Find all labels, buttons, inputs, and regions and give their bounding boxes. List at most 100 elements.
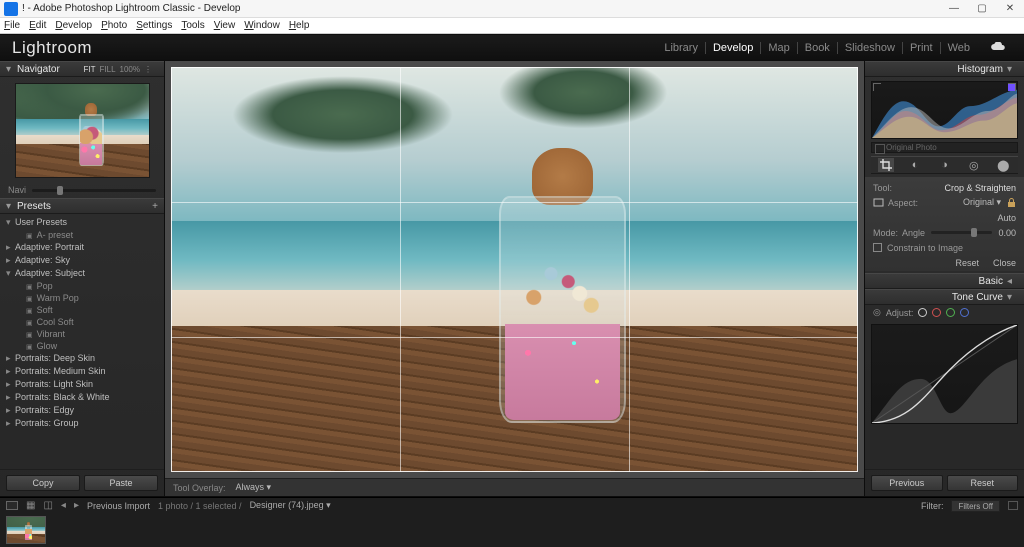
presets-header[interactable]: ▾ Presets + xyxy=(0,198,164,214)
preset-item[interactable]: ▣Glow xyxy=(0,340,164,352)
crop-close-button[interactable]: Close xyxy=(993,258,1016,268)
basic-header[interactable]: Basic ◂ xyxy=(865,273,1024,289)
module-map[interactable]: Map xyxy=(762,42,795,54)
redeye-tool-icon[interactable]: ◎ xyxy=(966,158,982,172)
module-book[interactable]: Book xyxy=(799,42,836,54)
preset-group[interactable]: ▸Adaptive: Sky xyxy=(0,254,164,267)
preset-list: ▾User Presets▣A- preset▸Adaptive: Portra… xyxy=(0,214,164,469)
brush-tool-icon[interactable]: ⬤ xyxy=(995,158,1011,172)
histogram-header[interactable]: Histogram ▾ xyxy=(865,61,1024,77)
preset-group[interactable]: ▸Portraits: Deep Skin xyxy=(0,352,164,365)
constrain-checkbox[interactable] xyxy=(873,243,882,252)
filmstrip-count: 1 photo / 1 selected / xyxy=(158,501,242,511)
navigator-preview[interactable] xyxy=(15,83,150,178)
aspect-icon[interactable] xyxy=(873,197,884,208)
menu-help[interactable]: Help xyxy=(289,20,310,31)
module-slideshow[interactable]: Slideshow xyxy=(839,42,901,54)
preset-item[interactable]: ▣A- preset xyxy=(0,229,164,241)
image-canvas[interactable] xyxy=(171,67,858,472)
angle-slider[interactable] xyxy=(931,231,992,234)
zoom-100[interactable]: 100% xyxy=(120,65,140,74)
paste-button[interactable]: Paste xyxy=(84,475,158,491)
menu-view[interactable]: View xyxy=(214,20,236,31)
reset-button[interactable]: Reset xyxy=(947,475,1019,491)
menu-develop[interactable]: Develop xyxy=(55,20,92,31)
preset-group[interactable]: ▸Portraits: Edgy xyxy=(0,404,164,417)
right-panel: Histogram ▾ Original Photo xyxy=(864,61,1024,496)
previous-button[interactable]: Previous xyxy=(871,475,943,491)
aspect-menu[interactable]: Original ▾ xyxy=(963,197,1001,208)
brand-label: Lightroom xyxy=(12,38,92,58)
copy-button[interactable]: Copy xyxy=(6,475,80,491)
module-web[interactable]: Web xyxy=(942,42,976,54)
menu-window[interactable]: Window xyxy=(244,20,280,31)
lock-icon[interactable] xyxy=(1007,198,1016,208)
shadow-clip-icon[interactable] xyxy=(873,83,881,91)
menu-photo[interactable]: Photo xyxy=(101,20,127,31)
tone-curve-graph[interactable] xyxy=(871,324,1018,424)
preset-group[interactable]: ▾Adaptive: Subject xyxy=(0,267,164,280)
window-title: ! - Adobe Photoshop Lightroom Classic - … xyxy=(22,3,240,14)
menu-edit[interactable]: Edit xyxy=(29,20,46,31)
preset-group[interactable]: ▾User Presets xyxy=(0,216,164,229)
preset-item[interactable]: ▣Pop xyxy=(0,280,164,292)
close-button[interactable]: ✕ xyxy=(996,3,1024,14)
navigator-header[interactable]: ▾ Navigator FIT FILL 100% ⋮ xyxy=(0,61,164,77)
preset-item[interactable]: ▣Vibrant xyxy=(0,328,164,340)
minimize-button[interactable]: — xyxy=(940,3,968,14)
mask-tool-icon[interactable]: ◑ xyxy=(936,158,952,172)
cloud-sync-icon[interactable] xyxy=(984,42,1012,53)
tool-overlay-mode[interactable]: Always ▾ xyxy=(236,482,272,493)
curve-channel-green[interactable] xyxy=(946,308,955,317)
preset-group[interactable]: ▸Portraits: Medium Skin xyxy=(0,365,164,378)
preset-group[interactable]: ▸Portraits: Group xyxy=(0,417,164,430)
next-photo-icon[interactable]: ▸ xyxy=(74,500,79,511)
filmstrip-source[interactable]: Previous Import xyxy=(87,501,150,511)
filmstrip-thumb[interactable] xyxy=(6,516,46,544)
menu-settings[interactable]: Settings xyxy=(136,20,172,31)
filter-lock-icon[interactable] xyxy=(1008,501,1018,510)
app-frame: Lightroom Library Develop Map Book Slide… xyxy=(0,34,1024,547)
filmstrip: ▦ ◫ ◂ ▸ Previous Import 1 photo / 1 sele… xyxy=(0,497,1024,547)
curve-channel-blue[interactable] xyxy=(960,308,969,317)
auto-straighten-button[interactable]: Auto xyxy=(997,213,1016,223)
compare-view-icon[interactable]: ◫ xyxy=(43,500,52,511)
filmstrip-filename[interactable]: Designer (74).jpeg ▾ xyxy=(250,500,331,511)
preset-group[interactable]: ▸Adaptive: Portrait xyxy=(0,241,164,254)
menu-file[interactable]: File xyxy=(4,20,20,31)
original-photo-toggle[interactable]: Original Photo xyxy=(871,142,1018,153)
curve-channel-red[interactable] xyxy=(932,308,941,317)
preset-group[interactable]: ▸Portraits: Black & White xyxy=(0,391,164,404)
module-develop[interactable]: Develop xyxy=(707,42,759,54)
tone-curve-header[interactable]: Tone Curve ▾ xyxy=(865,289,1024,305)
maximize-button[interactable]: ▢ xyxy=(968,3,996,14)
crop-panel-title: Crop & Straighten xyxy=(944,183,1016,193)
filters-off-dropdown[interactable]: Filters Off xyxy=(951,500,1000,512)
nav-slider[interactable]: Navi xyxy=(0,182,164,198)
crop-tool-icon[interactable] xyxy=(878,158,894,172)
develop-toolstrip: ◐ ◑ ◎ ⬤ xyxy=(871,156,1018,174)
preset-item[interactable]: ▣Cool Soft xyxy=(0,316,164,328)
curve-channel-rgb[interactable] xyxy=(918,308,927,317)
preset-group[interactable]: ▸Portraits: Light Skin xyxy=(0,378,164,391)
crop-frame[interactable] xyxy=(171,67,858,472)
grid-view-icon[interactable]: ▦ xyxy=(26,500,35,511)
zoom-more[interactable]: ⋮ xyxy=(144,65,152,74)
menu-tools[interactable]: Tools xyxy=(181,20,204,31)
histogram[interactable] xyxy=(871,81,1018,139)
heal-tool-icon[interactable]: ◐ xyxy=(907,158,923,172)
presets-add-icon[interactable]: + xyxy=(152,201,158,212)
zoom-fill[interactable]: FILL xyxy=(100,65,116,74)
left-panel: ▾ Navigator FIT FILL 100% ⋮ Navi xyxy=(0,61,165,496)
crop-panel: Tool:Crop & Straighten Aspect: Original … xyxy=(865,177,1024,271)
crop-reset-button[interactable]: Reset xyxy=(955,258,979,268)
preset-item[interactable]: ▣Soft xyxy=(0,304,164,316)
prev-photo-icon[interactable]: ◂ xyxy=(61,500,66,511)
second-monitor-icon[interactable] xyxy=(6,501,18,510)
highlight-clip-icon[interactable] xyxy=(1008,83,1016,91)
zoom-fit[interactable]: FIT xyxy=(84,65,96,74)
module-print[interactable]: Print xyxy=(904,42,939,54)
target-adjust-icon[interactable]: ◎ xyxy=(873,307,881,318)
module-library[interactable]: Library xyxy=(658,42,704,54)
preset-item[interactable]: ▣Warm Pop xyxy=(0,292,164,304)
